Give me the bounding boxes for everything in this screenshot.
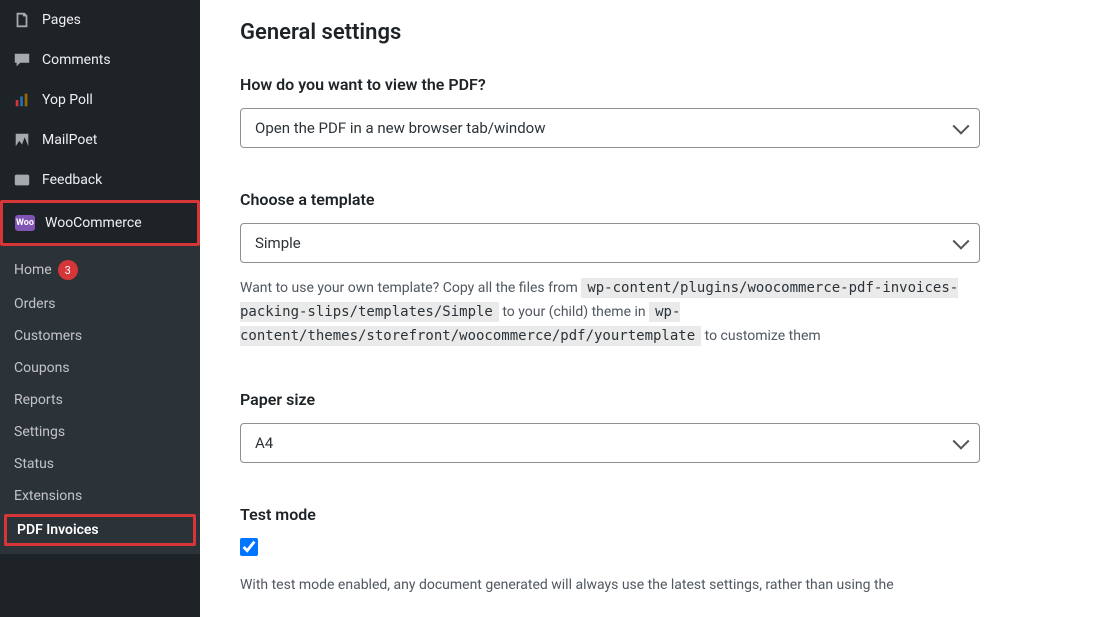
comments-label: Comments [42, 52, 111, 68]
view-pdf-select[interactable]: Open the PDF in a new browser tab/window [240, 108, 980, 148]
template-label: Choose a template [240, 190, 1056, 209]
test-help: With test mode enabled, any document gen… [240, 574, 980, 598]
field-test-mode: Test mode With test mode enabled, any do… [240, 505, 1056, 598]
submenu-item-reports[interactable]: Reports [0, 384, 200, 416]
template-help-mid: to your (child) theme in [502, 304, 649, 320]
yoppoll-label: Yop Poll [42, 92, 93, 108]
sidebar-item-comments[interactable]: Comments [0, 40, 200, 80]
submenu-item-customers[interactable]: Customers [0, 320, 200, 352]
coupons-label: Coupons [14, 360, 70, 376]
submenu-item-home[interactable]: Home 3 [0, 252, 200, 288]
submenu-item-status[interactable]: Status [0, 448, 200, 480]
section-title: General settings [240, 20, 1056, 45]
view-pdf-label: How do you want to view the PDF? [240, 75, 1056, 94]
bar-chart-icon [12, 90, 32, 110]
mailpoet-label: MailPoet [42, 132, 97, 148]
field-view-pdf: How do you want to view the PDF? Open th… [240, 75, 1056, 148]
status-label: Status [14, 456, 54, 472]
woocommerce-submenu: Home 3 Orders Customers Coupons Reports … [0, 246, 200, 554]
template-help-prefix: Want to use your own template? Copy all … [240, 280, 581, 296]
woocommerce-label: WooCommerce [45, 215, 142, 231]
pages-label: Pages [42, 12, 81, 28]
view-pdf-value: Open the PDF in a new browser tab/window [255, 119, 545, 137]
customers-label: Customers [14, 328, 82, 344]
field-template: Choose a template Simple Want to use you… [240, 190, 1056, 348]
feedback-label: Feedback [42, 172, 102, 188]
reports-label: Reports [14, 392, 63, 408]
pages-icon [12, 10, 32, 30]
template-value: Simple [255, 234, 301, 252]
home-label: Home [14, 262, 52, 278]
paper-select[interactable]: A4 [240, 423, 980, 463]
sidebar-item-feedback[interactable]: Feedback [0, 160, 200, 200]
woocommerce-icon: Woo [15, 213, 35, 233]
extensions-label: Extensions [14, 488, 82, 504]
paper-label: Paper size [240, 390, 1056, 409]
home-badge: 3 [58, 260, 78, 280]
sidebar-item-woocommerce[interactable]: Woo WooCommerce [0, 200, 200, 246]
template-help: Want to use your own template? Copy all … [240, 277, 980, 348]
submenu-item-coupons[interactable]: Coupons [0, 352, 200, 384]
orders-label: Orders [14, 296, 56, 312]
test-mode-checkbox[interactable] [240, 538, 258, 556]
submenu-item-pdfinvoices[interactable]: PDF Invoices [4, 514, 196, 546]
pdfinvoices-label: PDF Invoices [17, 522, 99, 538]
sidebar-item-yoppoll[interactable]: Yop Poll [0, 80, 200, 120]
test-label: Test mode [240, 505, 1056, 524]
settings-label: Settings [14, 424, 65, 440]
settings-content: General settings How do you want to view… [200, 0, 1096, 617]
submenu-item-orders[interactable]: Orders [0, 288, 200, 320]
mailpoet-icon [12, 130, 32, 150]
field-paper-size: Paper size A4 [240, 390, 1056, 463]
admin-sidebar: Pages Comments Yop Poll MailPoet Feedbac… [0, 0, 200, 617]
submenu-item-extensions[interactable]: Extensions [0, 480, 200, 512]
sidebar-item-pages[interactable]: Pages [0, 0, 200, 40]
template-help-suffix: to customize them [705, 328, 821, 344]
paper-value: A4 [255, 434, 273, 452]
sidebar-item-mailpoet[interactable]: MailPoet [0, 120, 200, 160]
feedback-icon [12, 170, 32, 190]
submenu-item-settings[interactable]: Settings [0, 416, 200, 448]
template-select[interactable]: Simple [240, 223, 980, 263]
comment-icon [12, 50, 32, 70]
